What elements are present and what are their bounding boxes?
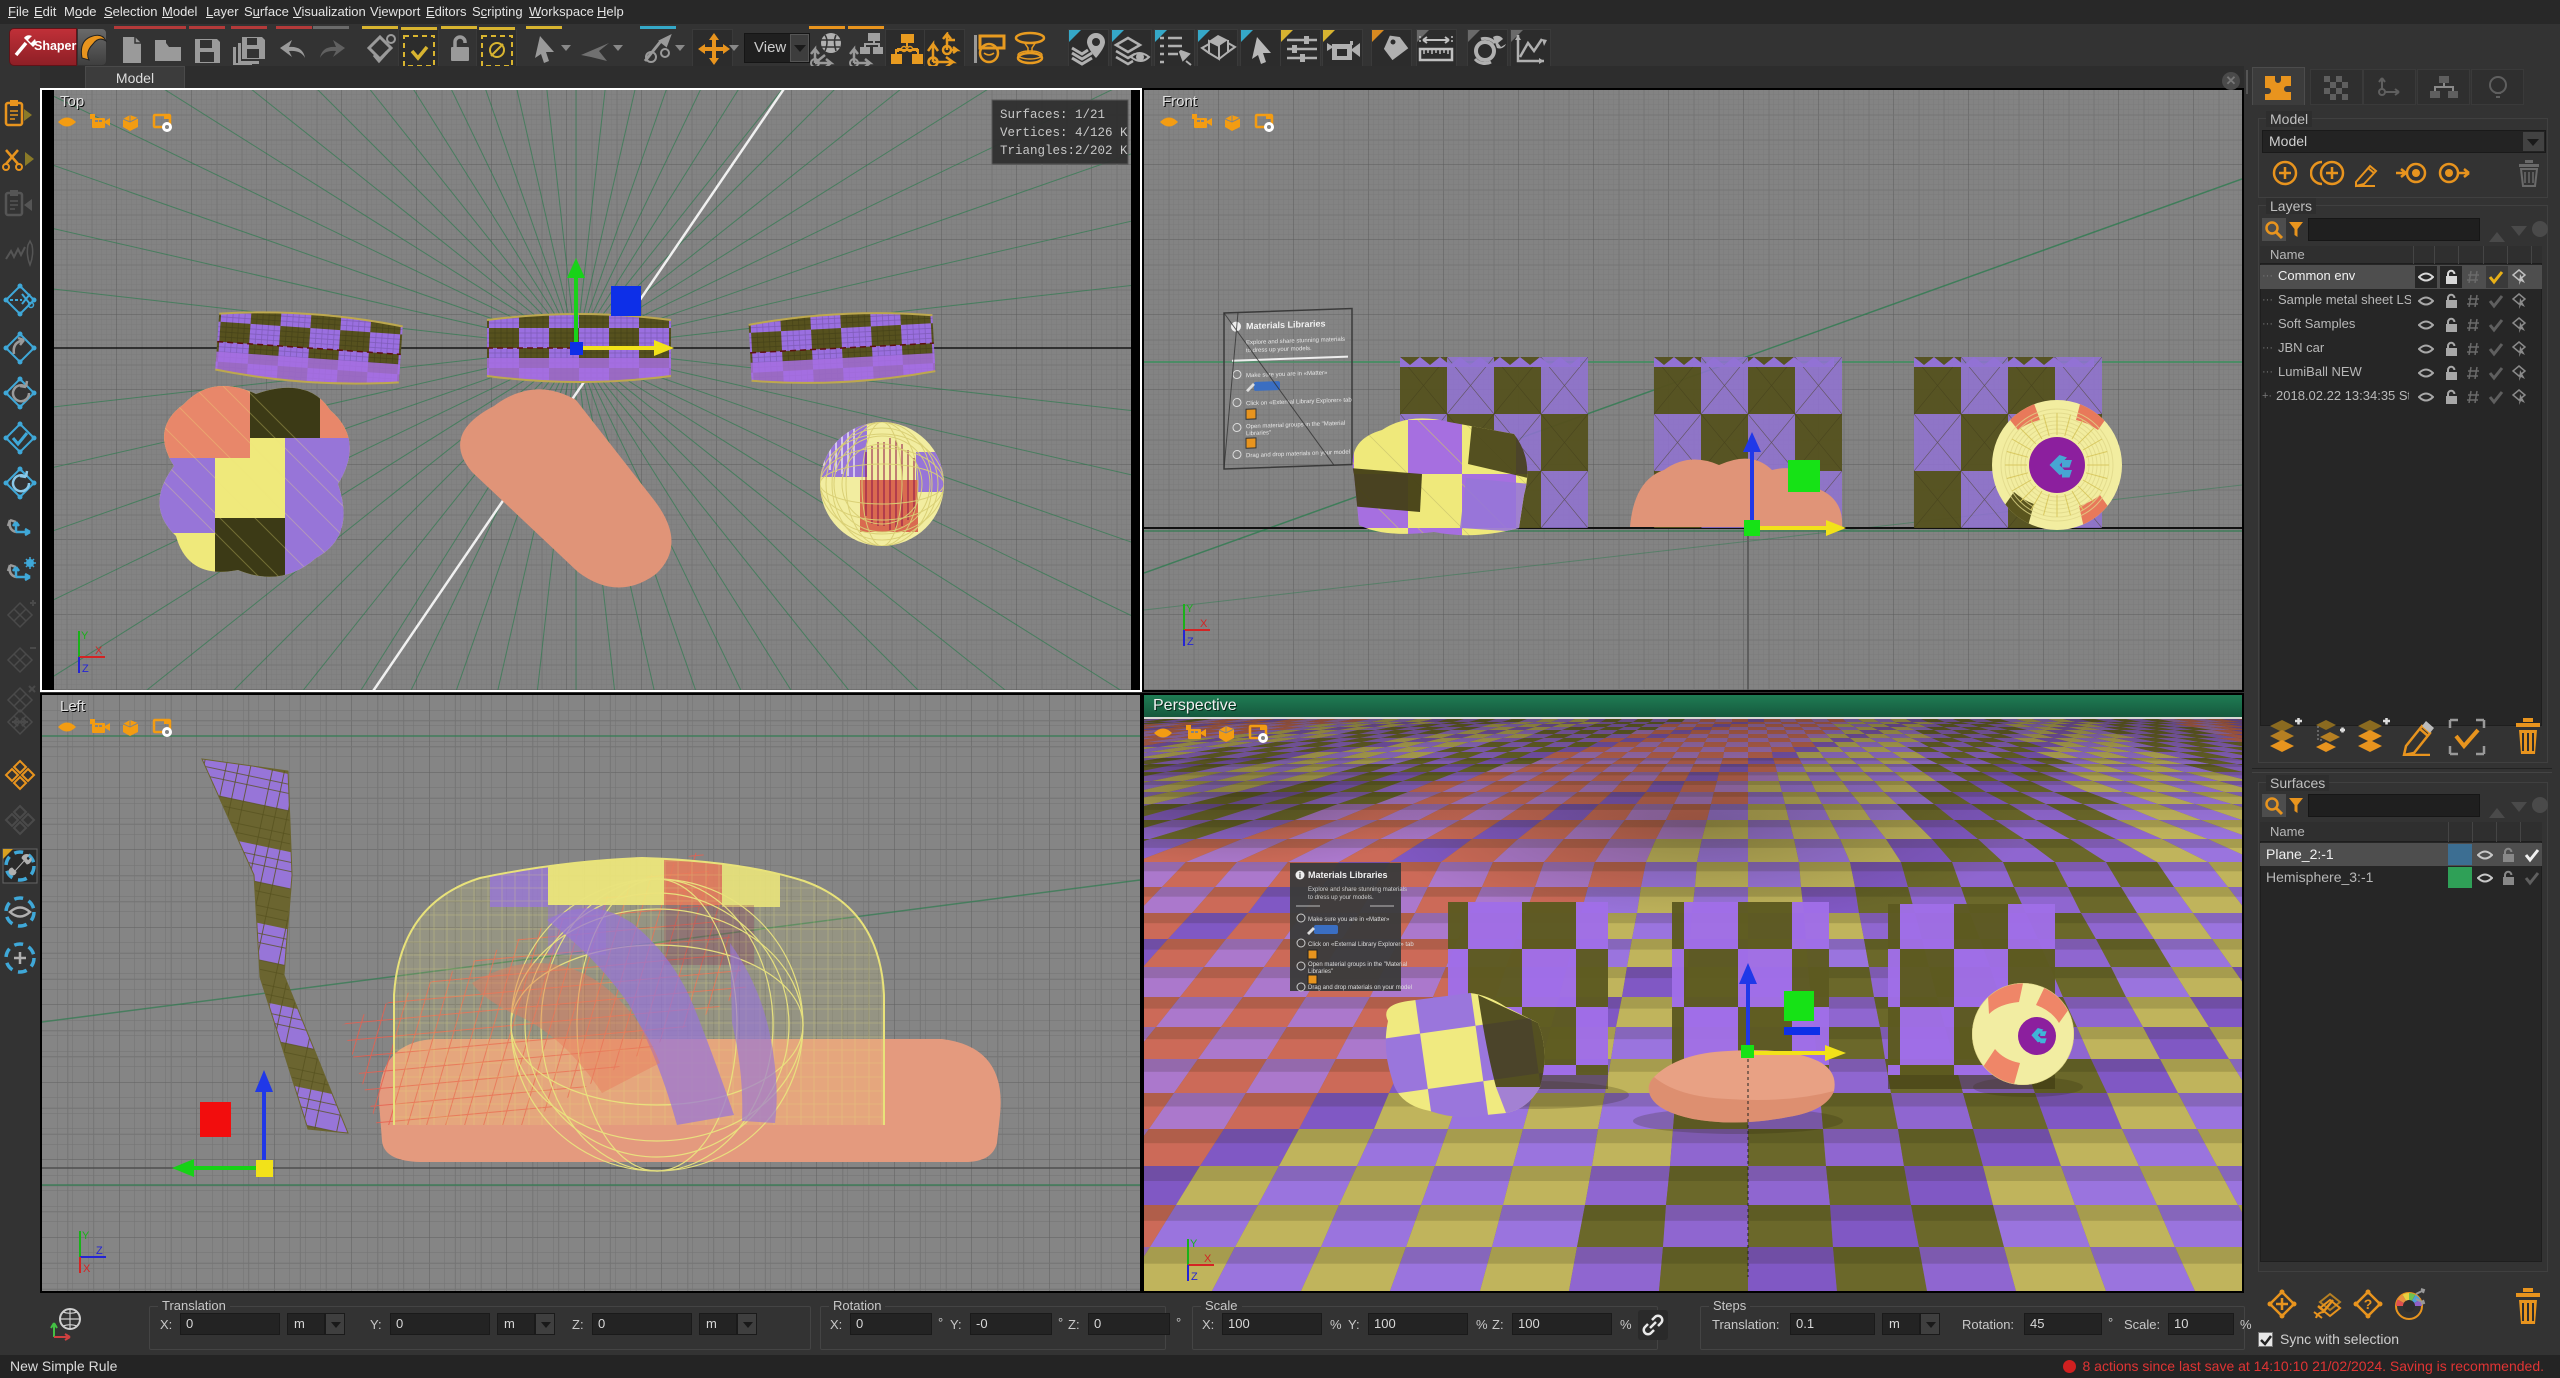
svg-text:?: ? [2364, 1296, 2373, 1312]
svg-text:Open material groups in the "M: Open material groups in the "Material [1308, 962, 1407, 968]
svg-text:X: X [1200, 618, 1208, 630]
svg-text:Z: Z [96, 1245, 103, 1257]
svg-text:Y: Y [82, 1230, 90, 1242]
svg-text:Explore and share stunning mat: Explore and share stunning materials [1308, 887, 1407, 893]
svg-text:Surfaces: 1/21: Surfaces: 1/21 [1000, 108, 1105, 122]
svg-text:Z: Z [1191, 1271, 1198, 1283]
svg-text:i: i [1299, 871, 1301, 880]
svg-text:Top: Top [60, 93, 84, 110]
svg-text:to dress up your models.: to dress up your models. [1308, 895, 1374, 901]
svg-text:Triangles:2/202 K: Triangles:2/202 K [1000, 144, 1128, 158]
svg-text:Materials Libraries: Materials Libraries [1308, 870, 1388, 880]
svg-text:Y: Y [1186, 603, 1194, 615]
svg-text:Libraries": Libraries" [1308, 969, 1333, 975]
svg-text:Libraries": Libraries" [1246, 430, 1271, 437]
svg-text:Drag and drop materials on you: Drag and drop materials on your model [1308, 985, 1412, 991]
svg-text:X: X [1204, 1253, 1212, 1265]
svg-text:Y: Y [1190, 1238, 1198, 1250]
svg-text:Z: Z [1187, 636, 1194, 648]
svg-text:Z: Z [82, 663, 89, 675]
svg-text:Left: Left [60, 698, 86, 715]
svg-text:Make sure you are in «Matter»: Make sure you are in «Matter» [1308, 917, 1390, 923]
svg-text:Y: Y [81, 630, 89, 642]
svg-text:X: X [83, 1263, 91, 1275]
svg-text:Front: Front [1162, 93, 1198, 110]
svg-text:X: X [95, 645, 103, 657]
svg-text:Click on «External Library Exp: Click on «External Library Explorer» tab [1308, 942, 1414, 948]
svg-text:Vertices: 4/126 K: Vertices: 4/126 K [1000, 126, 1128, 140]
